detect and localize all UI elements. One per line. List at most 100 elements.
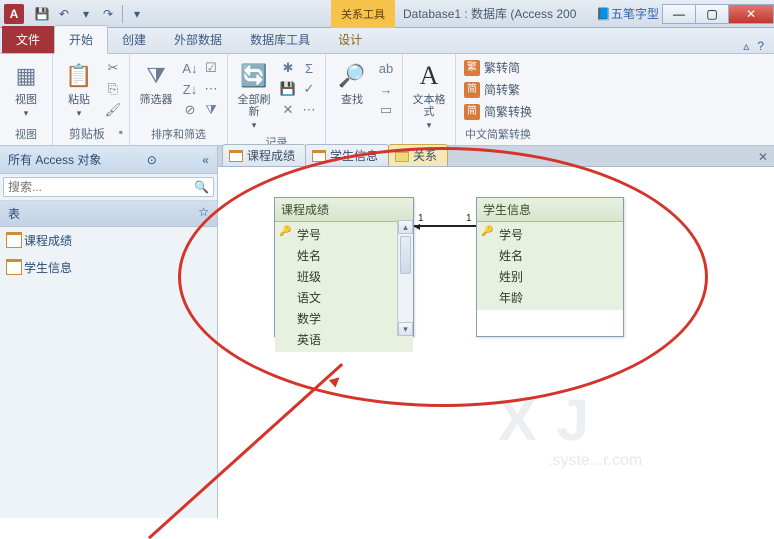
tab-file[interactable]: 文件: [2, 26, 54, 53]
nav-group-tables[interactable]: 表 ☆: [0, 201, 217, 227]
collapse-group-icon[interactable]: ☆: [198, 205, 209, 222]
chinese-convert-button[interactable]: 简简繁转换: [462, 102, 534, 121]
group-label-clipboard: 剪贴板▪: [59, 124, 123, 143]
records-col: ✱Σ 💾✓ ✕⋯: [278, 58, 319, 120]
collapse-pane-icon[interactable]: «: [202, 153, 209, 167]
copy-icon[interactable]: ⎘: [103, 79, 123, 99]
close-button[interactable]: ✕: [728, 4, 774, 24]
ime-indicator[interactable]: 📘五笔字型: [596, 5, 659, 22]
clear-sort-icon[interactable]: ⊘: [180, 100, 200, 120]
navigation-pane: 所有 Access 对象 ⊙ « 🔍 表 ☆ 课程成绩 学生信息: [0, 146, 218, 518]
simp-to-trad-button[interactable]: 简简转繁: [462, 80, 534, 99]
field[interactable]: 班级: [275, 266, 413, 287]
maximize-button[interactable]: ▢: [695, 4, 729, 24]
field[interactable]: 数学: [275, 308, 413, 329]
cut-icon[interactable]: ✂: [103, 58, 123, 78]
qat-dropdown-icon[interactable]: ▾: [76, 4, 96, 24]
textfmt-label: 文本格式: [411, 94, 447, 118]
minimize-button[interactable]: —: [662, 4, 696, 24]
scroll-thumb[interactable]: [400, 236, 411, 274]
relationships-canvas[interactable]: X J .syste...r.com 课程成绩 学号 姓名 班级 语文 数学 英…: [218, 166, 774, 518]
dropdown-icon[interactable]: ⊙: [147, 153, 157, 167]
find-button[interactable]: 🔎 查找: [332, 58, 372, 108]
field-key[interactable]: 学号: [477, 224, 623, 245]
minimize-ribbon-icon[interactable]: ▵: [743, 39, 749, 53]
new-record-icon[interactable]: ✱: [278, 58, 298, 78]
scroll-up-icon[interactable]: ▴: [398, 220, 413, 234]
paste-button[interactable]: 📋 粘贴 ▾: [59, 58, 99, 121]
relationship-icon: [395, 150, 409, 162]
contextual-tab-title: 关系工具: [331, 0, 395, 28]
selection-icon[interactable]: ☑: [201, 58, 221, 78]
field[interactable]: 姓名: [477, 245, 623, 266]
tabs-right: ▵ ?: [733, 39, 774, 53]
letter-a-icon: A: [413, 60, 445, 92]
group-find: 🔎 查找 ab → ▭: [326, 54, 403, 145]
nav-header[interactable]: 所有 Access 对象 ⊙ «: [0, 146, 217, 174]
field-key[interactable]: 学号: [275, 224, 413, 245]
scroll-down-icon[interactable]: ▾: [398, 322, 413, 336]
grid-icon: ▦: [10, 60, 42, 92]
totals-icon[interactable]: Σ: [299, 58, 319, 78]
table-title: 课程成绩: [275, 198, 413, 222]
toggle-filter-icon[interactable]: ⧩: [201, 100, 221, 120]
group-chinese-convert: 繁繁转简 简简转繁 简简繁转换 中文简繁转换: [456, 54, 540, 145]
select-icon[interactable]: ▭: [376, 100, 396, 120]
sort-desc-icon[interactable]: Z↓: [180, 79, 200, 99]
doc-tab-course-scores[interactable]: 课程成绩: [222, 144, 306, 166]
undo-icon[interactable]: ↶: [54, 4, 74, 24]
close-doc-icon[interactable]: ✕: [752, 148, 774, 166]
field[interactable]: 年龄: [477, 287, 623, 308]
search-input[interactable]: [8, 180, 194, 194]
redo-icon[interactable]: ↷: [98, 4, 118, 24]
tab-external-data[interactable]: 外部数据: [160, 26, 236, 53]
field[interactable]: 姓别: [477, 266, 623, 287]
refresh-all-button[interactable]: 🔄 全部刷新 ▾: [234, 58, 274, 133]
help-icon[interactable]: ?: [757, 39, 764, 53]
search-icon[interactable]: 🔍: [194, 180, 209, 194]
advanced-icon[interactable]: ⋯: [201, 79, 221, 99]
annotation-ellipse: [178, 147, 708, 407]
tab-create[interactable]: 创建: [108, 26, 160, 53]
save-record-icon[interactable]: 💾: [278, 79, 298, 99]
nav-item-student-info[interactable]: 学生信息: [0, 254, 217, 281]
relationship-line[interactable]: [414, 225, 476, 227]
field[interactable]: 姓名: [275, 245, 413, 266]
save-icon[interactable]: 💾: [32, 4, 52, 24]
nav-item-course-scores[interactable]: 课程成绩: [0, 227, 217, 254]
quick-access-toolbar: 💾 ↶ ▾ ↷ ▾: [28, 4, 151, 24]
scrollbar[interactable]: ▴ ▾: [397, 220, 413, 336]
tab-db-tools[interactable]: 数据库工具: [236, 26, 324, 53]
goto-icon[interactable]: →: [376, 79, 396, 99]
chevron-down-icon: ▾: [427, 120, 432, 131]
search-box[interactable]: 🔍: [3, 177, 214, 197]
tab-design[interactable]: 设计: [324, 26, 376, 53]
delete-record-icon[interactable]: ✕: [278, 100, 298, 120]
group-label-textfmt: [409, 141, 449, 143]
tab-home[interactable]: 开始: [54, 25, 108, 54]
table-window-course[interactable]: 课程成绩 学号 姓名 班级 语文 数学 英语 ▴ ▾: [274, 197, 414, 337]
qat-customize-icon[interactable]: ▾: [127, 4, 147, 24]
document-area: 课程成绩 学生信息 关系 ✕ X J .syste...r.com 课程成绩 学…: [218, 146, 774, 518]
chevron-down-icon: ▾: [252, 120, 257, 131]
doc-tab-student-info[interactable]: 学生信息: [305, 144, 389, 166]
field[interactable]: 英语: [275, 329, 413, 350]
text-format-button[interactable]: A 文本格式 ▾: [409, 58, 449, 133]
replace-icon[interactable]: ab: [376, 58, 396, 78]
clipboard-icon: 📋: [63, 60, 95, 92]
sort-asc-icon[interactable]: A↓: [180, 58, 200, 78]
format-painter-icon[interactable]: 🖌: [103, 100, 123, 120]
field[interactable]: 语文: [275, 287, 413, 308]
spelling-icon[interactable]: ✓: [299, 79, 319, 99]
binoculars-icon: 🔎: [336, 60, 368, 92]
filter-button[interactable]: ⧩ 筛选器: [136, 58, 176, 108]
dialog-launcher-icon[interactable]: ▪: [119, 125, 123, 139]
doc-tab-relationships[interactable]: 关系: [388, 144, 448, 166]
view-button[interactable]: ▦ 视图 ▾: [6, 58, 46, 121]
table-fields: 学号 姓名 班级 语文 数学 英语: [275, 222, 413, 352]
trad-to-simp-button[interactable]: 繁繁转简: [462, 58, 534, 77]
table-window-student[interactable]: 学生信息 学号 姓名 姓别 年龄: [476, 197, 624, 337]
view-label: 视图: [15, 94, 37, 106]
more-icon[interactable]: ⋯: [299, 100, 319, 120]
ribbon-tabs: 文件 开始 创建 外部数据 数据库工具 设计 ▵ ?: [0, 28, 774, 54]
